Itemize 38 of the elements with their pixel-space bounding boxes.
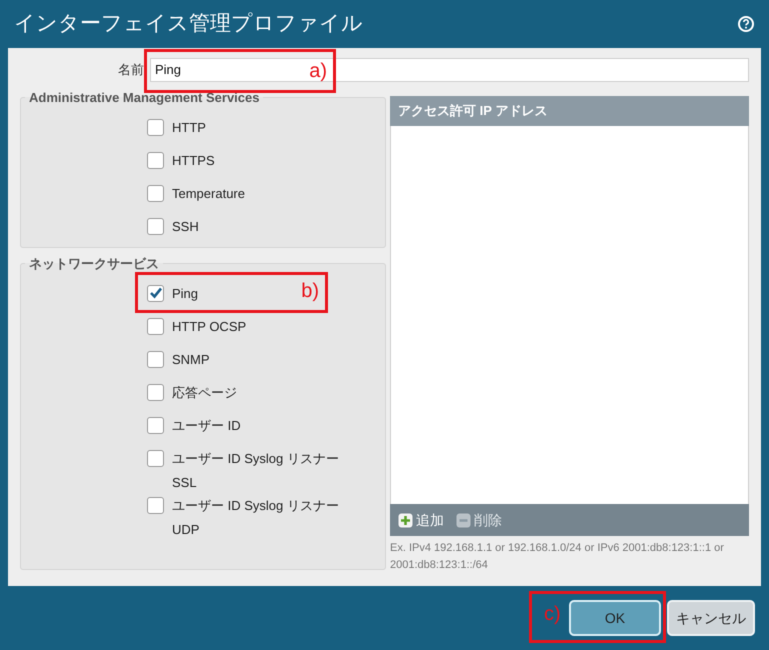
minus-icon	[456, 512, 471, 528]
group-title: Administrative Management Services	[28, 89, 260, 107]
checkbox-label: 応答ページ	[172, 384, 237, 402]
checkbox[interactable]	[147, 450, 164, 466]
checkbox-label: ユーザー ID Syslog リスナー SSL	[172, 450, 340, 492]
group-title: ネットワークサービス	[28, 255, 160, 273]
column-header: アクセス許可 IP アドレス	[398, 102, 548, 120]
checkbox[interactable]	[147, 184, 164, 202]
window-title: インターフェイス管理プロファイル	[14, 11, 363, 38]
field-label: 名前	[117, 61, 145, 80]
checkbox-label: HTTP OCSP	[172, 318, 246, 336]
checkbox-label: Ping	[172, 284, 198, 303]
checkbox-label: HTTPS	[172, 152, 215, 170]
annotation-label: a)	[309, 60, 327, 81]
checkbox[interactable]	[147, 496, 164, 514]
checkbox-label: Temperature	[172, 184, 245, 203]
checkbox-label: HTTP	[172, 118, 206, 136]
checkbox-label: ユーザー ID Syslog リスナー UDP	[172, 496, 340, 538]
add-button[interactable]: 追加	[398, 510, 444, 530]
checkbox-label: SSH	[172, 218, 199, 236]
annotation-label: b)	[301, 280, 319, 300]
checkbox[interactable]	[147, 416, 164, 434]
plus-icon	[398, 512, 413, 528]
check-icon	[148, 286, 162, 300]
checkbox-label: SNMP	[172, 350, 210, 368]
help-icon[interactable]	[737, 15, 755, 33]
checkbox[interactable]	[147, 118, 164, 136]
hint-text: Ex. IPv4 192.168.1.1 or 192.168.1.0/24 or IPv6 2001:db8:123:1::1 or 2001:db8:123:1::/64	[390, 541, 725, 573]
checkbox[interactable]	[147, 384, 164, 400]
checkbox[interactable]	[147, 152, 164, 168]
ok-button[interactable]: OK	[569, 600, 661, 636]
checkbox-label: ユーザー ID	[172, 416, 241, 434]
checkbox[interactable]	[147, 284, 164, 302]
checkbox[interactable]	[147, 318, 164, 334]
cancel-button[interactable]: キャンセル	[667, 600, 755, 636]
checkbox[interactable]	[147, 350, 164, 368]
annotation-label: c)	[544, 604, 561, 624]
checkbox[interactable]	[147, 218, 164, 234]
